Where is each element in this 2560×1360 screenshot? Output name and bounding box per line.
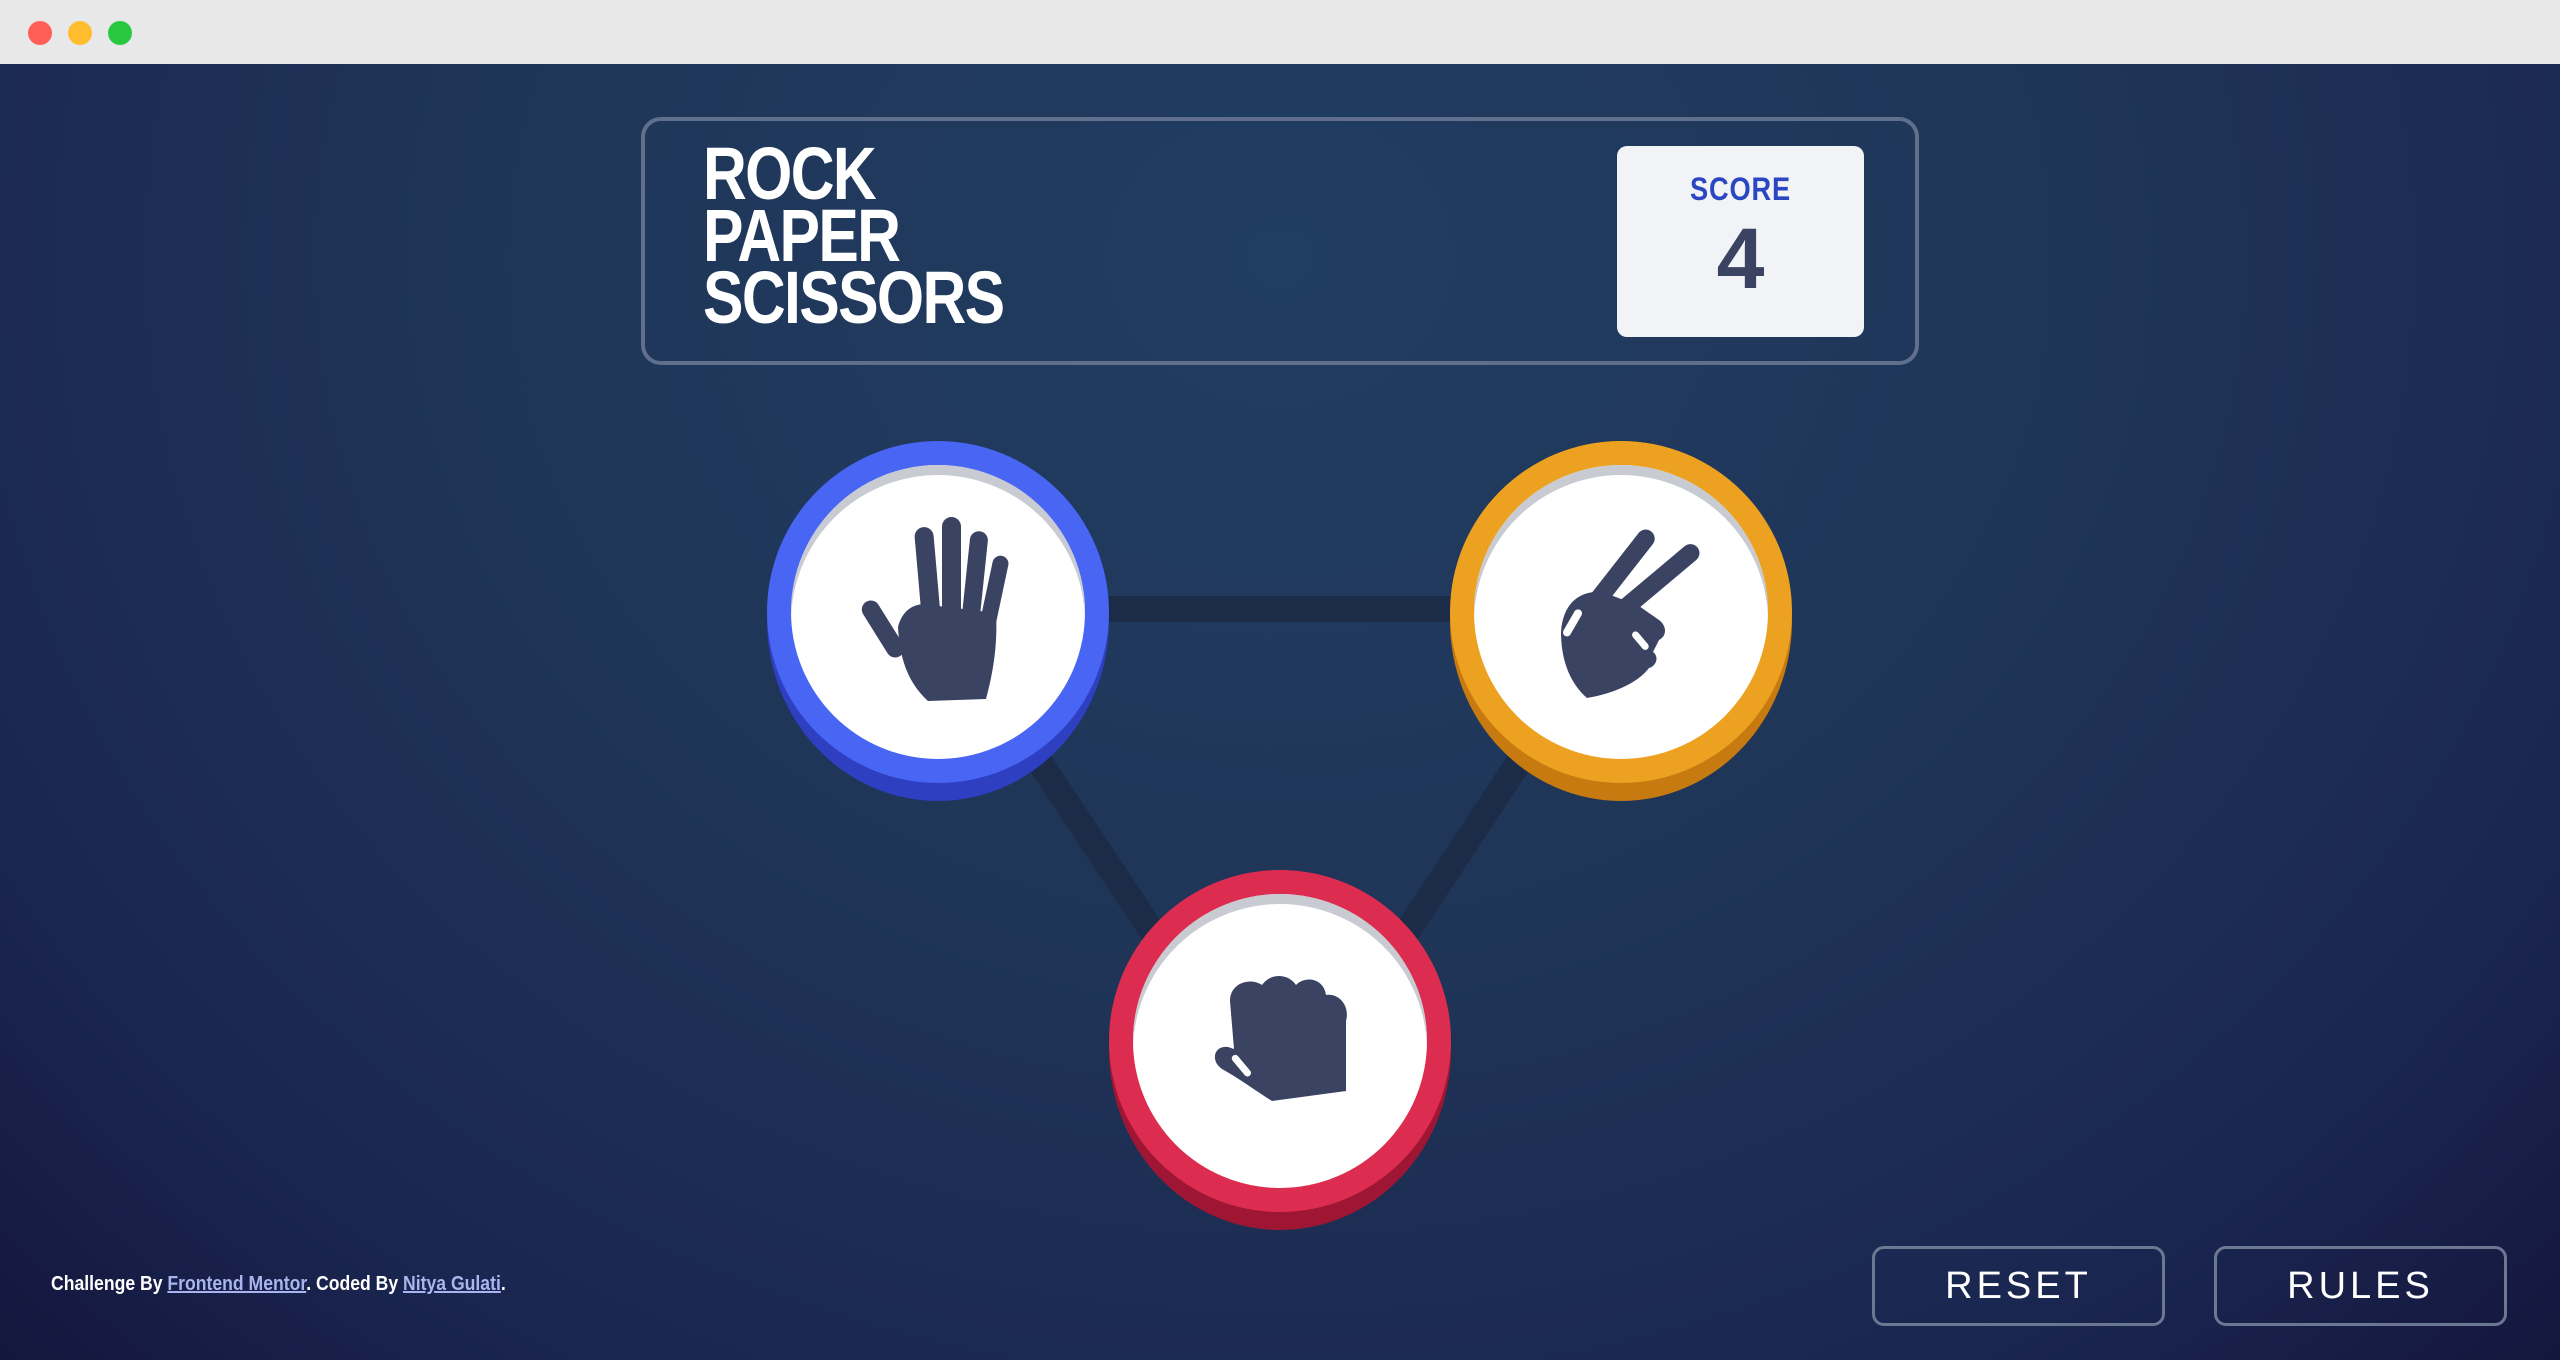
reset-button[interactable]: RESET: [1872, 1246, 2165, 1326]
score-label: SCORE: [1690, 171, 1791, 207]
window-titlebar: [0, 0, 2560, 64]
paper-token-button[interactable]: [767, 441, 1109, 801]
frontend-mentor-link[interactable]: Frontend Mentor: [167, 1273, 306, 1295]
score-value: 4: [1716, 211, 1765, 307]
author-link[interactable]: Nitya Gulati: [403, 1273, 501, 1295]
game-header: ROCK PAPER SCISSORS SCORE 4: [641, 117, 1919, 365]
rock-token-button[interactable]: [1109, 870, 1451, 1230]
close-window-button[interactable]: [28, 21, 52, 45]
hand-rock-icon: [1214, 976, 1347, 1101]
logo-line-scissors: SCISSORS: [703, 256, 1005, 339]
game-logo: ROCK PAPER SCISSORS: [703, 137, 1005, 339]
game-viewport: ROCK PAPER SCISSORS SCORE 4 Challenge By…: [0, 64, 2560, 1360]
score-box: SCORE 4: [1617, 146, 1864, 337]
rules-button[interactable]: RULES: [2214, 1246, 2507, 1326]
hand-paper-icon: [861, 517, 1009, 701]
maximize-window-button[interactable]: [108, 21, 132, 45]
hand-scissors-icon: [1561, 529, 1700, 698]
footer-credit: Challenge By Frontend Mentor. Coded By N…: [51, 1273, 506, 1295]
scissors-token-button[interactable]: [1450, 441, 1792, 801]
minimize-window-button[interactable]: [68, 21, 92, 45]
